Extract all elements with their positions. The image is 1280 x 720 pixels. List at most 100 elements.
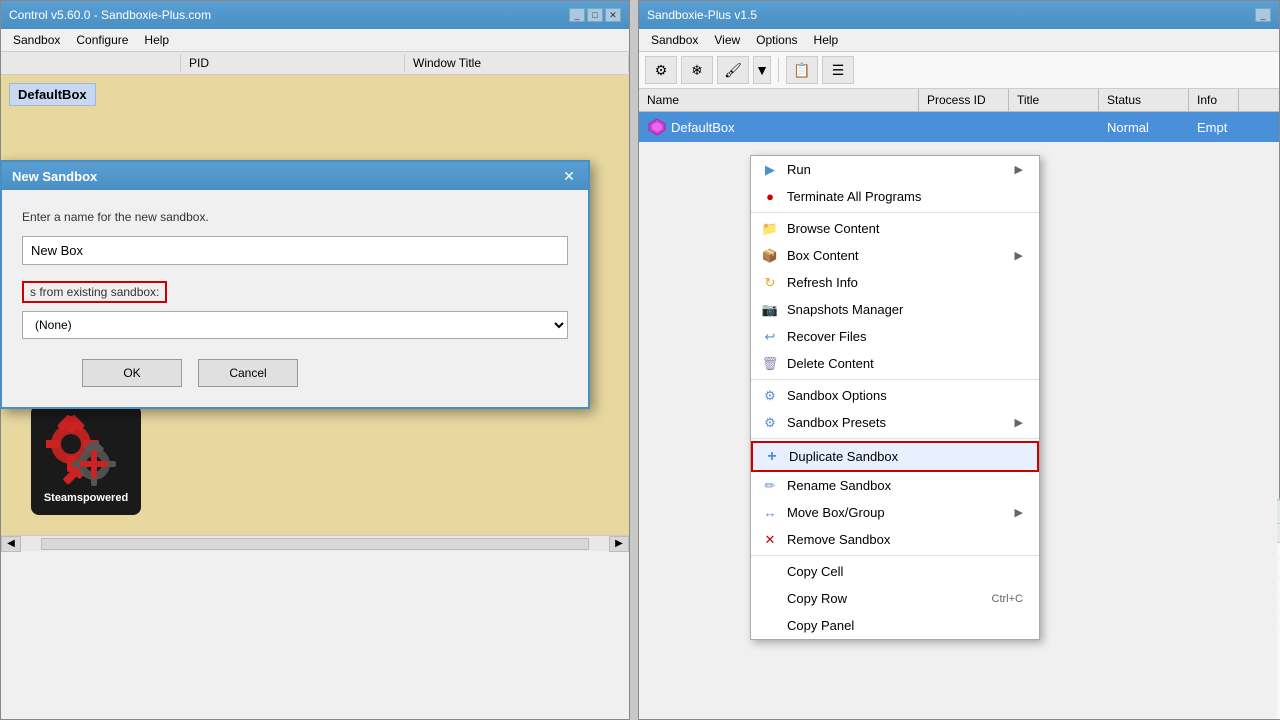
right-toolbar: ⚙ ❄ 🖌 ▼ 📋 ☰ bbox=[639, 52, 1279, 89]
dialog-body: Enter a name for the new sandbox. s from… bbox=[2, 190, 588, 407]
menu-item-run[interactable]: ▶ Run ▶ bbox=[751, 156, 1039, 183]
browse-icon: 📁 bbox=[761, 220, 779, 238]
sep-3 bbox=[751, 438, 1039, 439]
sandbox-name-input[interactable] bbox=[22, 236, 568, 265]
sep-2 bbox=[751, 379, 1039, 380]
browse-label: Browse Content bbox=[787, 221, 880, 236]
col-pid: PID bbox=[181, 54, 405, 72]
toolbar-freeze-button[interactable]: ❄ bbox=[681, 56, 713, 84]
rename-icon: ✏ bbox=[761, 477, 779, 495]
recover-icon: ↩ bbox=[761, 328, 779, 346]
menu-item-copy-panel[interactable]: Copy Panel bbox=[751, 612, 1039, 639]
delete-icon: 🗑 bbox=[761, 355, 779, 373]
defaultbox-info-cell: Empt bbox=[1189, 118, 1239, 137]
new-sandbox-dialog-overlay: New Sandbox ✕ Enter a name for the new s… bbox=[0, 160, 600, 560]
new-sandbox-dialog: New Sandbox ✕ Enter a name for the new s… bbox=[0, 160, 590, 409]
duplicate-icon: + bbox=[763, 448, 781, 466]
menu-item-box-content[interactable]: 📦 Box Content ▶ bbox=[751, 242, 1039, 269]
copy-cell-label: Copy Cell bbox=[787, 564, 843, 579]
menu-sandbox[interactable]: Sandbox bbox=[5, 31, 68, 49]
menu-item-duplicate[interactable]: + Duplicate Sandbox bbox=[751, 441, 1039, 472]
menu-item-copy-cell[interactable]: Copy Cell bbox=[751, 558, 1039, 585]
menu-right-options[interactable]: Options bbox=[748, 31, 805, 49]
remove-label: Remove Sandbox bbox=[787, 532, 890, 547]
minimize-button[interactable]: _ bbox=[569, 8, 585, 22]
box-content-label: Box Content bbox=[787, 248, 859, 263]
ok-button[interactable]: OK bbox=[82, 359, 182, 387]
box-content-icon: 📦 bbox=[761, 247, 779, 265]
left-table-header: PID Window Title bbox=[1, 52, 629, 75]
toolbar-clean-dropdown[interactable]: ▼ bbox=[753, 56, 771, 84]
context-menu: ▶ Run ▶ ● Terminate All Programs 📁 Brows… bbox=[750, 155, 1040, 640]
toolbar-view1-button[interactable]: 📋 bbox=[786, 56, 818, 84]
toolbar-view2-button[interactable]: ☰ bbox=[822, 56, 854, 84]
move-arrow: ▶ bbox=[1015, 506, 1023, 519]
box-content-arrow: ▶ bbox=[1015, 249, 1023, 262]
recover-label: Recover Files bbox=[787, 329, 866, 344]
menu-right-view[interactable]: View bbox=[706, 31, 748, 49]
copy-panel-label: Copy Panel bbox=[787, 618, 854, 633]
right-minimize-button[interactable]: _ bbox=[1255, 8, 1271, 22]
sandbox-presets-arrow: ▶ bbox=[1015, 416, 1023, 429]
dialog-title: New Sandbox bbox=[12, 169, 97, 184]
copy-row-label: Copy Row bbox=[787, 591, 847, 606]
menu-item-refresh[interactable]: ↻ Refresh Info bbox=[751, 269, 1039, 296]
sandbox-options-icon: ⚙ bbox=[761, 387, 779, 405]
sep-1 bbox=[751, 212, 1039, 213]
delete-label: Delete Content bbox=[787, 356, 874, 371]
right-titlebar: Sandboxie-Plus v1.5 _ bbox=[639, 1, 1279, 29]
defaultbox-pid-cell bbox=[919, 125, 1009, 129]
maximize-button[interactable]: □ bbox=[587, 8, 603, 22]
run-arrow: ▶ bbox=[1015, 163, 1023, 176]
col-header-status: Status bbox=[1099, 89, 1189, 111]
refresh-icon: ↻ bbox=[761, 274, 779, 292]
menu-item-rename[interactable]: ✏ Rename Sandbox bbox=[751, 472, 1039, 499]
menu-item-move[interactable]: ↔ Move Box/Group ▶ bbox=[751, 499, 1039, 526]
menu-right-help[interactable]: Help bbox=[806, 31, 847, 49]
existing-sandbox-select[interactable]: (None) bbox=[22, 311, 568, 339]
left-window-title: Control v5.60.0 - Sandboxie-Plus.com bbox=[9, 8, 211, 22]
snapshots-icon: 📷 bbox=[761, 301, 779, 319]
menu-item-sandbox-options[interactable]: ⚙ Sandbox Options bbox=[751, 382, 1039, 409]
sandbox-presets-icon: ⚙ bbox=[761, 414, 779, 432]
col-header-name: Name bbox=[639, 89, 919, 111]
col-header-info: Info bbox=[1189, 89, 1239, 111]
dialog-buttons: OK Cancel bbox=[22, 359, 568, 387]
snapshots-label: Snapshots Manager bbox=[787, 302, 903, 317]
right-table-header: Name Process ID Title Status Info bbox=[639, 89, 1279, 112]
menu-item-remove[interactable]: ✕ Remove Sandbox bbox=[751, 526, 1039, 553]
close-button[interactable]: ✕ bbox=[605, 8, 621, 22]
sandbox-options-label: Sandbox Options bbox=[787, 388, 887, 403]
scroll-right-arrow[interactable]: ▶ bbox=[609, 536, 629, 552]
dialog-close-button[interactable]: ✕ bbox=[560, 167, 578, 185]
menu-right-sandbox[interactable]: Sandbox bbox=[643, 31, 706, 49]
existing-sandbox-label: s from existing sandbox: bbox=[22, 281, 167, 303]
move-label: Move Box/Group bbox=[787, 505, 885, 520]
defaultbox-row[interactable]: DefaultBox bbox=[9, 83, 96, 106]
menu-item-copy-row[interactable]: Copy Row Ctrl+C bbox=[751, 585, 1039, 612]
col-name-empty bbox=[1, 54, 181, 72]
col-header-pid: Process ID bbox=[919, 89, 1009, 111]
menu-item-terminate[interactable]: ● Terminate All Programs bbox=[751, 183, 1039, 210]
menu-help[interactable]: Help bbox=[136, 31, 177, 49]
defaultbox-name-cell: DefaultBox bbox=[639, 115, 919, 139]
defaultbox-table-row[interactable]: DefaultBox Normal Empt bbox=[639, 112, 1279, 142]
left-titlebar-buttons: _ □ ✕ bbox=[569, 8, 621, 22]
toolbar-sep1 bbox=[778, 58, 779, 82]
cancel-button[interactable]: Cancel bbox=[198, 359, 298, 387]
menu-item-delete[interactable]: 🗑 Delete Content bbox=[751, 350, 1039, 377]
sep-4 bbox=[751, 555, 1039, 556]
menu-item-recover[interactable]: ↩ Recover Files bbox=[751, 323, 1039, 350]
toolbar-clean-button[interactable]: 🖌 bbox=[717, 56, 749, 84]
col-header-title: Title bbox=[1009, 89, 1099, 111]
menu-item-browse[interactable]: 📁 Browse Content bbox=[751, 215, 1039, 242]
rename-label: Rename Sandbox bbox=[787, 478, 891, 493]
menu-item-sandbox-presets[interactable]: ⚙ Sandbox Presets ▶ bbox=[751, 409, 1039, 436]
duplicate-label: Duplicate Sandbox bbox=[789, 449, 898, 464]
toolbar-settings-button[interactable]: ⚙ bbox=[645, 56, 677, 84]
menu-item-snapshots[interactable]: 📷 Snapshots Manager bbox=[751, 296, 1039, 323]
remove-icon: ✕ bbox=[761, 531, 779, 549]
menu-configure[interactable]: Configure bbox=[68, 31, 136, 49]
left-menubar: Sandbox Configure Help bbox=[1, 29, 629, 52]
refresh-label: Refresh Info bbox=[787, 275, 858, 290]
